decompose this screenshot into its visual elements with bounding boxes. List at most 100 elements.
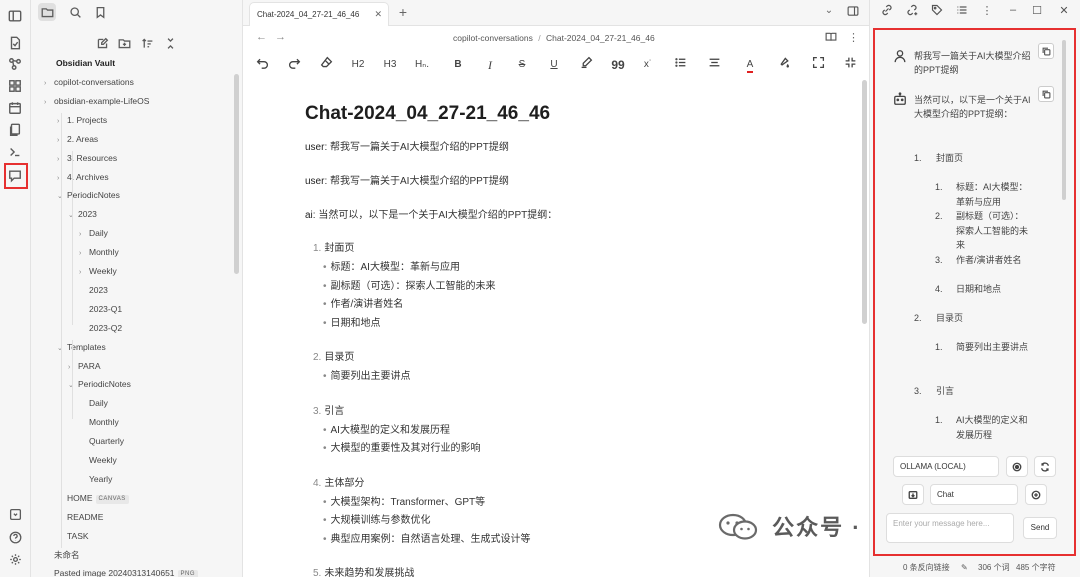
chevron-down-icon[interactable]: ⌄ xyxy=(57,188,67,205)
tree-item[interactable]: › 2. Areas xyxy=(57,131,98,148)
tree-item[interactable]: › copilot-conversations xyxy=(44,74,134,91)
backlinks-count[interactable]: 0 条反向链接 xyxy=(903,559,950,577)
canvas-icon[interactable] xyxy=(5,76,25,96)
bold-icon[interactable]: B xyxy=(449,56,467,74)
chevron-right-icon[interactable]: › xyxy=(79,264,89,281)
collapse-all-icon[interactable] xyxy=(161,34,179,52)
tree-item[interactable]: ⌄ PeriodicNotes xyxy=(68,376,131,393)
new-tab-icon[interactable]: + xyxy=(395,4,411,20)
note-editor[interactable]: Chat-2024_04_27-21_46_46 user: 帮我写一篇关于AI… xyxy=(243,79,861,577)
right-sidebar-toggle-icon[interactable] xyxy=(845,5,861,20)
tree-item[interactable]: Quarterly xyxy=(79,433,124,450)
heading-n-button[interactable]: Hₙ. xyxy=(413,56,431,74)
chevron-down-icon[interactable]: ⌄ xyxy=(68,377,78,394)
tree-item[interactable]: 2023 xyxy=(79,282,108,299)
background-color-icon[interactable] xyxy=(775,56,793,74)
editor-scrollbar[interactable] xyxy=(862,80,867,324)
back-arrow-icon[interactable]: ← xyxy=(256,31,267,43)
chevron-right-icon[interactable]: › xyxy=(57,151,67,168)
collapse-toolbar-icon[interactable] xyxy=(841,56,859,74)
strikethrough-icon[interactable]: S xyxy=(513,56,531,74)
list-icon[interactable] xyxy=(671,56,689,74)
send-button[interactable]: Send xyxy=(1023,517,1057,539)
chevron-right-icon[interactable]: › xyxy=(57,132,67,149)
tags-icon[interactable] xyxy=(930,4,944,19)
settings-icon[interactable] xyxy=(5,549,25,569)
new-folder-icon[interactable] xyxy=(115,34,133,52)
reading-view-icon[interactable] xyxy=(825,31,837,46)
message-input[interactable]: Enter your message here... xyxy=(886,513,1014,543)
tree-item[interactable]: Yearly xyxy=(79,471,112,488)
tree-item[interactable]: Pasted image 20240313140651 PNG xyxy=(44,565,199,577)
tree-item[interactable]: 2023-Q2 xyxy=(79,320,122,337)
graph-view-icon[interactable] xyxy=(5,54,25,74)
tree-item[interactable]: › Daily xyxy=(79,225,108,242)
quote-icon[interactable]: 99 xyxy=(609,56,627,74)
download-icon[interactable] xyxy=(902,484,924,505)
chevron-right-icon[interactable]: › xyxy=(44,75,54,92)
undo-icon[interactable] xyxy=(253,56,271,74)
tree-item[interactable]: › obsidian-example-LifeOS xyxy=(44,93,149,110)
close-window-icon[interactable]: ✕ xyxy=(1057,4,1071,17)
tree-item[interactable]: 未命名 xyxy=(44,547,80,564)
tree-item[interactable]: HOME CANVAS xyxy=(57,490,129,507)
tree-item[interactable]: ⌄ PeriodicNotes xyxy=(57,187,120,204)
tree-item[interactable]: › 4. Archives xyxy=(57,169,109,186)
tab-list-chevron-icon[interactable]: ⌄ xyxy=(821,5,837,16)
italic-icon[interactable]: I xyxy=(481,56,499,74)
tree-item[interactable]: Weekly xyxy=(79,452,117,469)
new-chat-icon[interactable] xyxy=(1025,484,1047,505)
heading-2-button[interactable]: H2 xyxy=(349,56,367,74)
command-palette-icon[interactable] xyxy=(5,142,25,162)
align-icon[interactable] xyxy=(705,56,723,74)
breadcrumb-file[interactable]: Chat-2024_04_27-21_46_46 xyxy=(546,33,655,43)
font-color-icon[interactable]: A xyxy=(741,56,759,74)
copy-user-message-icon[interactable] xyxy=(1038,43,1054,59)
panel-more-icon[interactable]: ⋮ xyxy=(980,4,994,17)
tree-item[interactable]: › Weekly xyxy=(79,263,117,280)
redo-icon[interactable] xyxy=(285,56,303,74)
copy-ai-message-icon[interactable] xyxy=(1038,86,1054,102)
note-title[interactable]: Chat-2024_04_27-21_46_46 xyxy=(305,103,550,125)
outgoing-links-icon[interactable] xyxy=(905,4,919,19)
superscript-icon[interactable]: x˙ xyxy=(639,56,657,74)
refresh-icon[interactable] xyxy=(1034,456,1056,477)
vault-switch-icon[interactable] xyxy=(5,504,25,524)
underline-icon[interactable]: U xyxy=(545,56,563,74)
search-icon[interactable] xyxy=(66,3,84,21)
chevron-right-icon[interactable]: › xyxy=(57,170,67,187)
chevron-right-icon[interactable]: › xyxy=(68,359,78,376)
minimize-window-icon[interactable]: – xyxy=(1006,4,1020,16)
tree-item[interactable]: › 3. Resources xyxy=(57,150,117,167)
open-quick-switcher-icon[interactable] xyxy=(5,33,25,53)
vault-name[interactable]: Obsidian Vault xyxy=(56,58,115,68)
chevron-right-icon[interactable]: › xyxy=(79,226,89,243)
tree-item[interactable]: README xyxy=(57,509,103,526)
chevron-right-icon[interactable]: › xyxy=(79,245,89,262)
sidebar-scrollbar[interactable] xyxy=(234,74,239,274)
clear-format-icon[interactable] xyxy=(317,56,335,74)
chevron-down-icon[interactable]: ⌄ xyxy=(68,207,78,224)
model-select[interactable]: OLLAMA (LOCAL) xyxy=(893,456,999,477)
breadcrumb-folder[interactable]: copilot-conversations xyxy=(453,33,533,43)
heading-3-button[interactable]: H3 xyxy=(381,56,399,74)
copilot-scrollbar[interactable] xyxy=(1062,40,1066,200)
tree-item[interactable]: 2023-Q1 xyxy=(79,301,122,318)
chevron-right-icon[interactable]: › xyxy=(44,94,54,111)
highlight-pen-icon[interactable] xyxy=(577,56,595,74)
tree-item[interactable]: › 1. Projects xyxy=(57,112,107,129)
templates-icon[interactable] xyxy=(5,120,25,140)
more-options-icon[interactable]: ⋮ xyxy=(848,31,859,44)
edit-mode-icon[interactable]: ✎ xyxy=(961,559,968,577)
sort-icon[interactable] xyxy=(138,34,156,52)
files-tab-icon[interactable] xyxy=(38,3,56,21)
chevron-right-icon[interactable]: › xyxy=(57,113,67,130)
daily-note-icon[interactable] xyxy=(5,98,25,118)
mode-select[interactable]: Chat xyxy=(930,484,1018,505)
help-icon[interactable] xyxy=(5,527,25,547)
backlinks-icon[interactable] xyxy=(880,4,894,19)
outline-icon[interactable] xyxy=(955,4,969,19)
tab-active-note[interactable]: Chat-2024_04_27-21_46_46 ✕ xyxy=(249,2,389,26)
tree-item[interactable]: Monthly xyxy=(79,414,119,431)
chevron-down-icon[interactable]: ⌄ xyxy=(57,340,67,357)
